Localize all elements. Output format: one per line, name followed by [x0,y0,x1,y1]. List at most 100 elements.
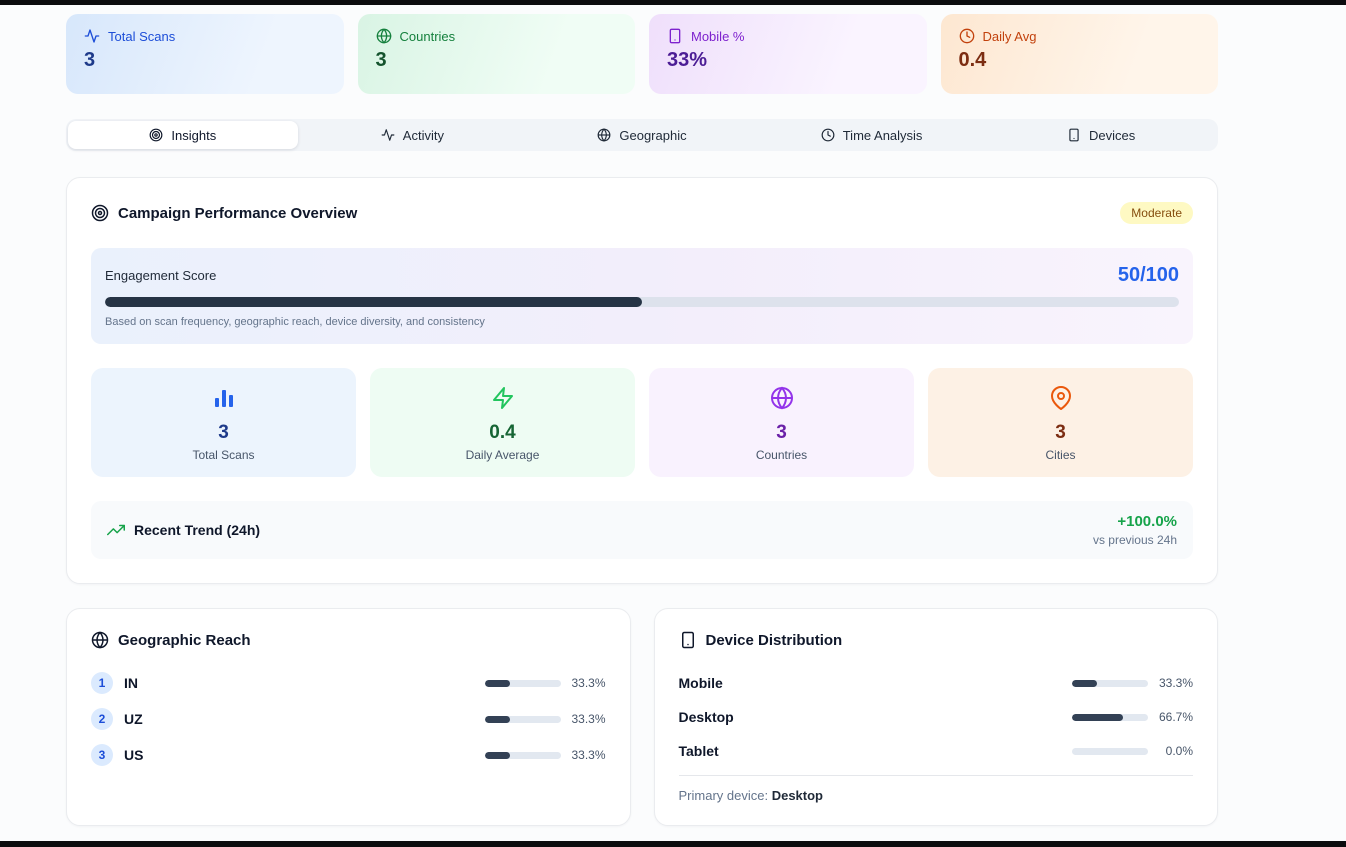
country-code: US [124,747,144,763]
smartphone-icon [667,28,683,44]
card-title: Campaign Performance Overview [118,204,358,222]
mini-stat-daily-average: 0.4 Daily Average [370,368,635,477]
engagement-caption: Based on scan frequency, geographic reac… [105,316,485,328]
primary-device-footer: Primary device: Desktop [678,775,1193,803]
rank-badge: 3 [91,744,113,766]
device-percent: 33.3% [1158,676,1193,690]
activity-icon [84,28,100,44]
stat-value: 33% [667,49,708,71]
device-percent: 66.7% [1158,710,1193,724]
geo-row: 2 UZ 33.3% [91,708,606,730]
mini-stat-value: 3 [1055,422,1066,443]
tab-bar: Insights Activity Geographic Time Analys… [66,119,1218,151]
stat-card-mobile-percent: Mobile % 33% [649,14,927,94]
geographic-reach-card: Geographic Reach 1 IN 33.3% 2 UZ 33.3% 3… [66,608,631,826]
status-badge: Moderate [1120,202,1193,224]
geo-percent: 33.3% [571,712,606,726]
tab-label: Insights [171,127,217,143]
smartphone-icon [1067,128,1081,142]
panel-title: Geographic Reach [118,631,251,649]
mini-stat-countries: 3 Countries [649,368,914,477]
campaign-performance-card: Campaign Performance Overview Moderate E… [66,177,1218,584]
tab-time-analysis[interactable]: Time Analysis [757,121,987,149]
tab-devices[interactable]: Devices [986,121,1216,149]
clock-icon [959,28,975,44]
mini-stat-total-scans: 3 Total Scans [91,368,356,477]
tab-label: Time Analysis [842,127,923,143]
stat-card-total-scans: Total Scans 3 [66,14,344,94]
globe-icon [91,631,109,649]
geo-progress-bar [484,751,561,759]
globe-icon [376,28,392,44]
trend-value: +100.0% [1117,513,1177,530]
geo-progress-bar [484,715,561,723]
bottom-edge-bar [0,841,1346,847]
dashboard-page: Total Scans 3 Countries 3 Mobile % 33% D… [66,0,1218,826]
device-name: Desktop [678,709,734,725]
target-icon [149,128,163,142]
mini-stat-value: 3 [218,422,229,443]
device-progress-bar [1072,679,1148,687]
geo-progress-bar [484,679,561,687]
country-code: IN [124,675,138,691]
device-distribution-card: Device Distribution Mobile 33.3% Desktop… [653,608,1218,826]
globe-icon [770,385,794,411]
mini-stat-label: Cities [1045,448,1076,462]
stat-card-countries: Countries 3 [357,14,635,94]
tab-geographic[interactable]: Geographic [527,121,757,149]
stat-value: 3 [84,49,96,71]
device-name: Tablet [678,743,719,759]
engagement-score-section: Engagement Score 50/100 Based on scan fr… [91,248,1193,344]
engagement-score: 50/100 [1117,264,1179,286]
device-row: Mobile 33.3% [679,672,1194,694]
tab-label: Geographic [619,127,687,143]
stat-label: Total Scans [108,28,176,44]
mini-stat-label: Total Scans [192,448,255,462]
device-progress-bar [1072,713,1148,721]
mini-stat-value: 0.4 [489,422,516,443]
map-pin-icon [1049,385,1073,411]
mini-stat-label: Daily Average [465,448,540,462]
recent-trend-section: Recent Trend (24h) +100.0% vs previous 2… [91,501,1193,559]
device-percent: 0.0% [1165,744,1193,758]
engagement-progress-bar [105,297,1179,307]
top-edge-bar [0,0,1346,5]
country-code: UZ [124,711,143,727]
tab-activity[interactable]: Activity [298,121,528,149]
trending-up-icon [107,521,125,539]
target-icon [91,204,109,222]
bar-chart-icon [212,385,236,411]
stat-value: 3 [375,49,387,71]
device-progress-bar [1072,747,1148,755]
device-row: Desktop 66.7% [679,706,1194,728]
device-row: Tablet 0.0% [679,740,1194,762]
stat-label: Mobile % [691,28,745,44]
primary-device-label: Primary device: [678,788,769,803]
geo-percent: 33.3% [571,676,606,690]
smartphone-icon [679,631,697,649]
geo-percent: 33.3% [571,748,606,762]
tab-label: Devices [1089,127,1136,143]
stat-card-row: Total Scans 3 Countries 3 Mobile % 33% D… [66,14,1218,94]
mini-stat-row: 3 Total Scans 0.4 Daily Average 3 Countr… [91,368,1193,477]
mini-stat-label: Countries [755,448,808,462]
engagement-label: Engagement Score [105,268,217,283]
geo-progress-fill [484,751,510,759]
panel-title: Device Distribution [705,631,843,649]
geo-row: 1 IN 33.3% [91,672,606,694]
primary-device-value: Desktop [771,788,823,803]
stat-label: Countries [399,28,456,44]
tab-insights[interactable]: Insights [68,121,298,149]
engagement-progress-fill [105,297,642,307]
geo-progress-fill [484,679,510,687]
zap-icon [491,385,515,411]
clock-icon [821,128,835,142]
mini-stat-value: 3 [776,422,787,443]
device-name: Mobile [678,675,723,691]
trend-label: Recent Trend (24h) [134,522,261,538]
activity-icon [381,128,395,142]
globe-icon [597,128,611,142]
device-progress-fill [1072,679,1098,687]
stat-card-daily-avg: Daily Avg 0.4 [940,14,1218,94]
rank-badge: 1 [91,672,113,694]
